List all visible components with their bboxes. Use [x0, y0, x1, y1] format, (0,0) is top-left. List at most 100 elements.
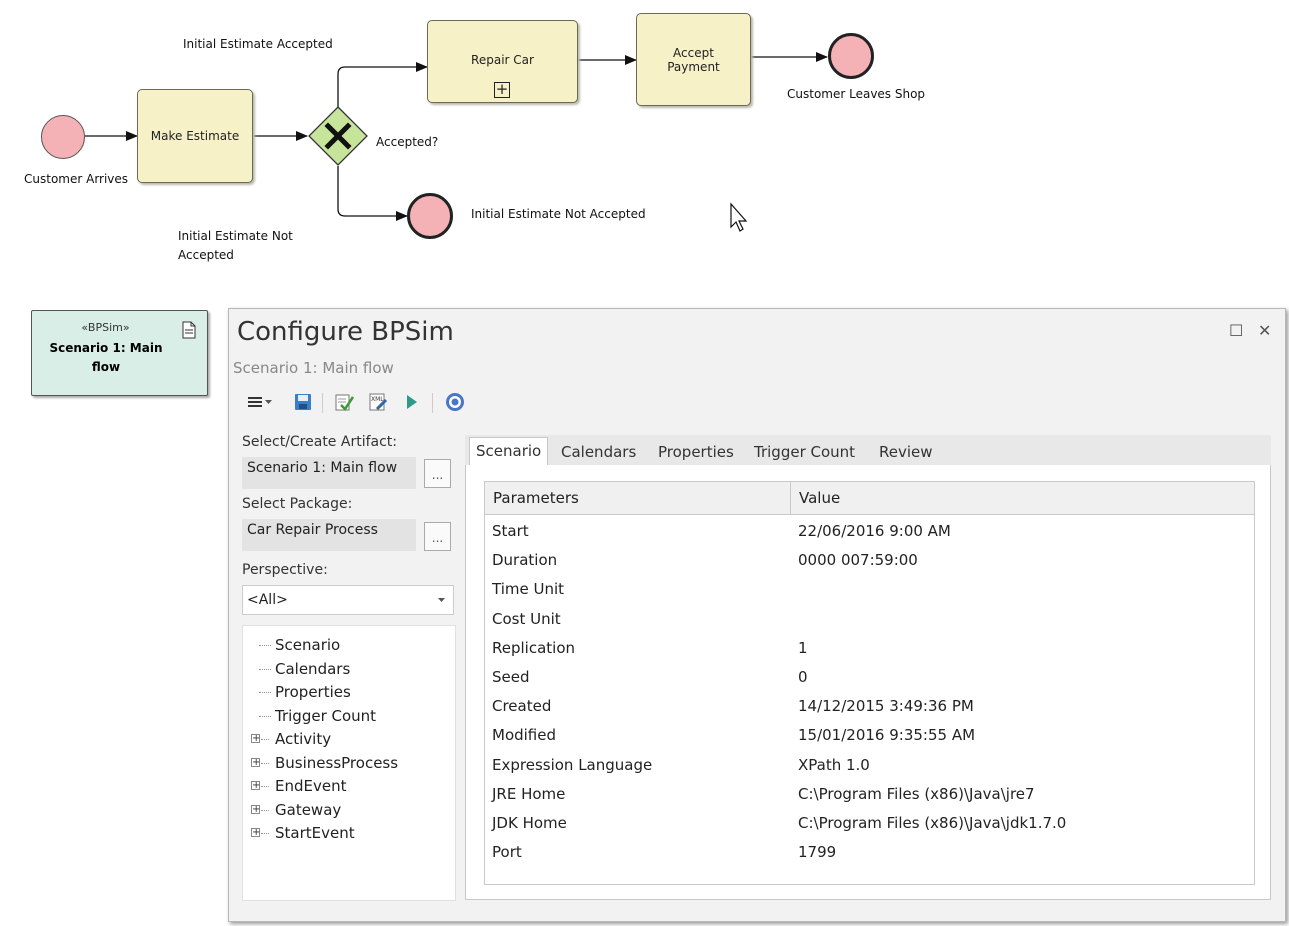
parameter-name: Modified — [492, 726, 557, 745]
parameter-value[interactable]: C:\Program Files (x86)\Java\jdk1.7.0 — [798, 814, 1066, 832]
help-icon[interactable] — [444, 391, 466, 413]
tab-trigger-count[interactable]: Trigger Count — [748, 439, 861, 465]
initial-estimate-not-accepted-event-label: Initial Estimate Not Accepted — [471, 207, 646, 221]
subprocess-expand-icon[interactable]: + — [494, 82, 510, 98]
table-row[interactable]: Port 1799 — [485, 837, 1254, 866]
parameter-name: Expression Language — [492, 755, 653, 774]
parameter-name: Replication — [492, 638, 576, 657]
menu-dropdown-icon[interactable] — [263, 391, 275, 413]
parameter-value[interactable]: 1799 — [798, 843, 836, 861]
table-row[interactable]: Expression Language XPath 1.0 — [485, 750, 1254, 779]
tree-item-label: EndEvent — [275, 777, 347, 795]
tab-scenario[interactable]: Scenario — [469, 437, 549, 467]
parameter-name: Duration — [492, 551, 558, 570]
select-package-label: Select Package: — [242, 496, 353, 512]
select-package-browse-button[interactable]: ... — [424, 522, 451, 551]
tree-item-label: Activity — [275, 730, 332, 748]
export-xml-icon[interactable]: XML — [367, 391, 389, 413]
navigation-tree: Scenario Calendars Properties Trigger Count… — [242, 625, 456, 901]
tree-item[interactable]: + EndEvent — [243, 775, 443, 797]
select-artifact-browse-button[interactable]: ... — [424, 459, 451, 488]
maximize-icon[interactable]: ☐ — [1229, 321, 1243, 340]
table-row[interactable]: Start 22/06/2016 9:00 AM — [485, 516, 1254, 545]
expand-icon[interactable]: + — [251, 828, 260, 838]
artifact-name: Scenario 1: Main flow — [49, 341, 163, 374]
parameters-grid: Parameters Value Start 22/06/2016 9:00 AM… — [484, 481, 1255, 885]
customer-arrives-label: Customer Arrives — [24, 172, 129, 186]
expand-icon[interactable]: + — [251, 757, 260, 767]
bpsim-scenario-artifact[interactable]: «BPSim» Scenario 1: Main flow — [31, 310, 208, 396]
expand-icon[interactable]: + — [251, 804, 260, 814]
tab-properties[interactable]: Properties — [652, 439, 740, 465]
expand-icon[interactable]: + — [251, 734, 260, 744]
flow-gateway-to-not-accepted[interactable] — [337, 166, 408, 221]
perspective-select[interactable]: <All> — [242, 585, 454, 615]
customer-arrives-start-event[interactable] — [41, 115, 85, 159]
tree-item-label: Trigger Count — [275, 706, 377, 725]
parameter-name: Seed — [492, 668, 530, 686]
tree-item-label: StartEvent — [275, 824, 355, 842]
tree-item-label: BusinessProcess — [275, 753, 399, 772]
tree-item[interactable]: + Gateway — [243, 799, 443, 821]
table-row[interactable]: Time Unit — [485, 574, 1254, 603]
tree-item[interactable]: Calendars — [243, 658, 443, 680]
save-icon[interactable] — [292, 391, 314, 413]
parameter-name: Port — [492, 843, 522, 862]
parameter-value[interactable]: C:\Program Files (x86)\Java\jre7 — [798, 785, 1035, 803]
table-row[interactable]: JRE Home C:\Program Files (x86)\Java\jre7 — [485, 779, 1254, 808]
table-row[interactable]: Duration 0000 007:59:00 — [485, 545, 1254, 574]
window-title: Configure BPSim — [237, 317, 454, 347]
window-subtitle: Scenario 1: Main flow — [233, 359, 394, 377]
table-row[interactable]: Created 14/12/2015 3:49:36 PM — [485, 691, 1254, 720]
tree-item-label: Properties — [275, 683, 351, 701]
table-row[interactable]: Replication 1 — [485, 633, 1254, 662]
initial-estimate-not-accepted-flow-label: Initial Estimate Not Accepted — [178, 229, 293, 262]
tree-item[interactable]: Scenario — [243, 634, 443, 656]
grid-header: Parameters Value — [485, 482, 1254, 515]
parameter-value[interactable]: 22/06/2016 9:00 AM — [798, 522, 951, 540]
tree-item[interactable]: Trigger Count — [243, 705, 443, 727]
repair-car-subprocess[interactable]: Repair Car + — [427, 20, 578, 103]
initial-estimate-accepted-label: Initial Estimate Accepted — [183, 37, 333, 51]
select-package-field[interactable]: Car Repair Process — [242, 519, 416, 551]
make-estimate-task[interactable]: Make Estimate — [137, 89, 253, 183]
customer-leaves-shop-label: Customer Leaves Shop — [787, 87, 926, 101]
parameter-value[interactable]: 0 — [798, 668, 808, 686]
parameter-value[interactable]: 15/01/2016 9:35:55 AM — [798, 726, 975, 744]
tree-item[interactable]: + StartEvent — [243, 822, 443, 844]
tab-review[interactable]: Review — [873, 439, 939, 465]
tree-item[interactable]: Properties — [243, 681, 443, 703]
customer-leaves-end-event[interactable] — [828, 33, 874, 79]
select-artifact-field[interactable]: Scenario 1: Main flow — [242, 457, 416, 489]
artifact-stereotype: «BPSim» — [81, 321, 130, 334]
expand-icon[interactable]: + — [251, 781, 260, 791]
parameter-value[interactable]: 0000 007:59:00 — [798, 551, 918, 569]
table-row[interactable]: Seed 0 — [485, 662, 1254, 691]
table-row[interactable]: Modified 15/01/2016 9:35:55 AM — [485, 720, 1254, 749]
repair-car-label: Repair Car — [471, 53, 534, 67]
accept-payment-task[interactable]: Accept Payment — [636, 13, 751, 106]
tab-calendars[interactable]: Calendars — [555, 439, 642, 465]
parameter-value[interactable]: 1 — [798, 639, 808, 657]
flow-gateway-to-repair[interactable] — [337, 62, 428, 108]
parameter-value[interactable]: 14/12/2015 3:49:36 PM — [798, 697, 974, 715]
table-row[interactable]: Cost Unit — [485, 604, 1254, 633]
scenario-panel: Parameters Value Start 22/06/2016 9:00 AM… — [465, 465, 1271, 900]
accepted-gateway[interactable] — [308, 106, 368, 166]
validate-icon[interactable] — [333, 391, 355, 413]
not-accepted-end-event[interactable] — [407, 193, 453, 239]
run-icon[interactable] — [401, 391, 423, 413]
make-estimate-label: Make Estimate — [150, 129, 240, 143]
close-icon[interactable]: ✕ — [1258, 321, 1271, 340]
select-artifact-label: Select/Create Artifact: — [242, 434, 397, 450]
tab-bar: Scenario Calendars Properties Trigger Count… — [465, 435, 1271, 467]
tree-item[interactable]: + BusinessProcess — [243, 752, 443, 774]
tree-item[interactable]: + Activity — [243, 728, 443, 750]
table-row[interactable]: JDK Home C:\Program Files (x86)\Java\jdk1… — [485, 808, 1254, 837]
toolbar: XML — [229, 385, 1270, 419]
chevron-down-icon — [438, 598, 445, 602]
parameter-name: Start — [492, 522, 529, 540]
parameter-value[interactable]: XPath 1.0 — [798, 756, 870, 774]
parameter-name: Created — [492, 697, 552, 716]
accepted-question-label: Accepted? — [376, 135, 439, 149]
